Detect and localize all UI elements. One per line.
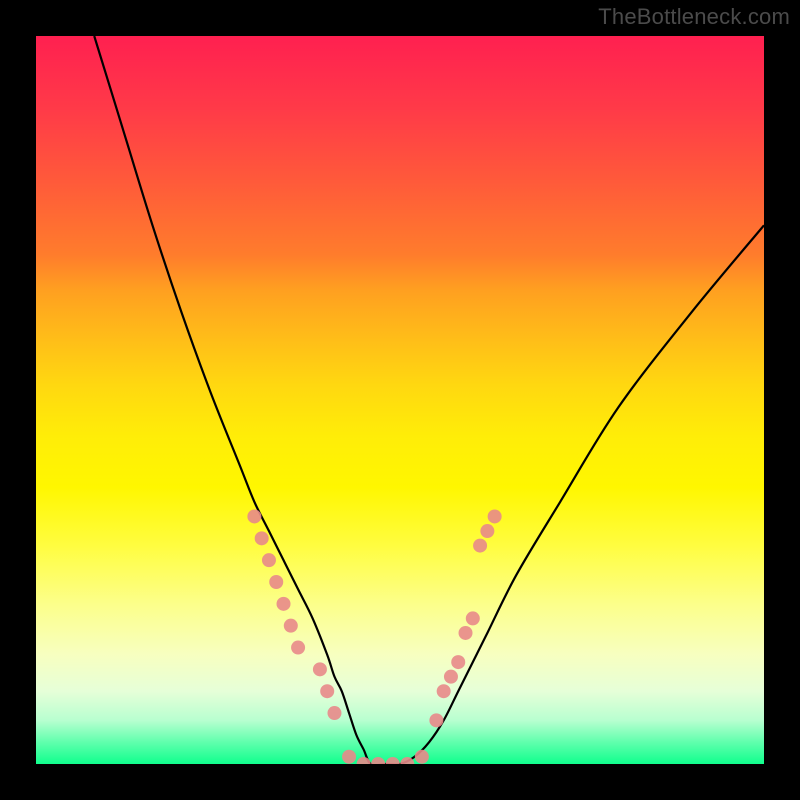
chart-frame: TheBottleneck.com	[0, 0, 800, 800]
dot-cluster-left	[247, 509, 341, 720]
data-dot	[473, 539, 487, 553]
data-dot	[488, 509, 502, 523]
data-dot	[357, 757, 371, 764]
data-dot	[342, 750, 356, 764]
data-dot	[451, 655, 465, 669]
bottleneck-curve	[94, 36, 764, 764]
data-dot	[437, 684, 451, 698]
data-dot	[277, 597, 291, 611]
data-dot	[247, 509, 261, 523]
data-dot	[327, 706, 341, 720]
data-dot	[291, 641, 305, 655]
plot-area	[36, 36, 764, 764]
data-dot	[444, 670, 458, 684]
data-dot	[415, 750, 429, 764]
data-dot	[371, 757, 385, 764]
watermark-text: TheBottleneck.com	[598, 4, 790, 30]
dot-cluster-right	[429, 509, 501, 727]
curve-layer	[36, 36, 764, 764]
data-dot	[313, 662, 327, 676]
data-dot	[459, 626, 473, 640]
dot-cluster-bottom	[342, 750, 429, 764]
data-dot	[386, 757, 400, 764]
data-dot	[320, 684, 334, 698]
data-dot	[466, 611, 480, 625]
data-dot	[262, 553, 276, 567]
data-dot	[429, 713, 443, 727]
data-dot	[284, 619, 298, 633]
data-dot	[269, 575, 283, 589]
data-dot	[480, 524, 494, 538]
data-dot	[255, 531, 269, 545]
